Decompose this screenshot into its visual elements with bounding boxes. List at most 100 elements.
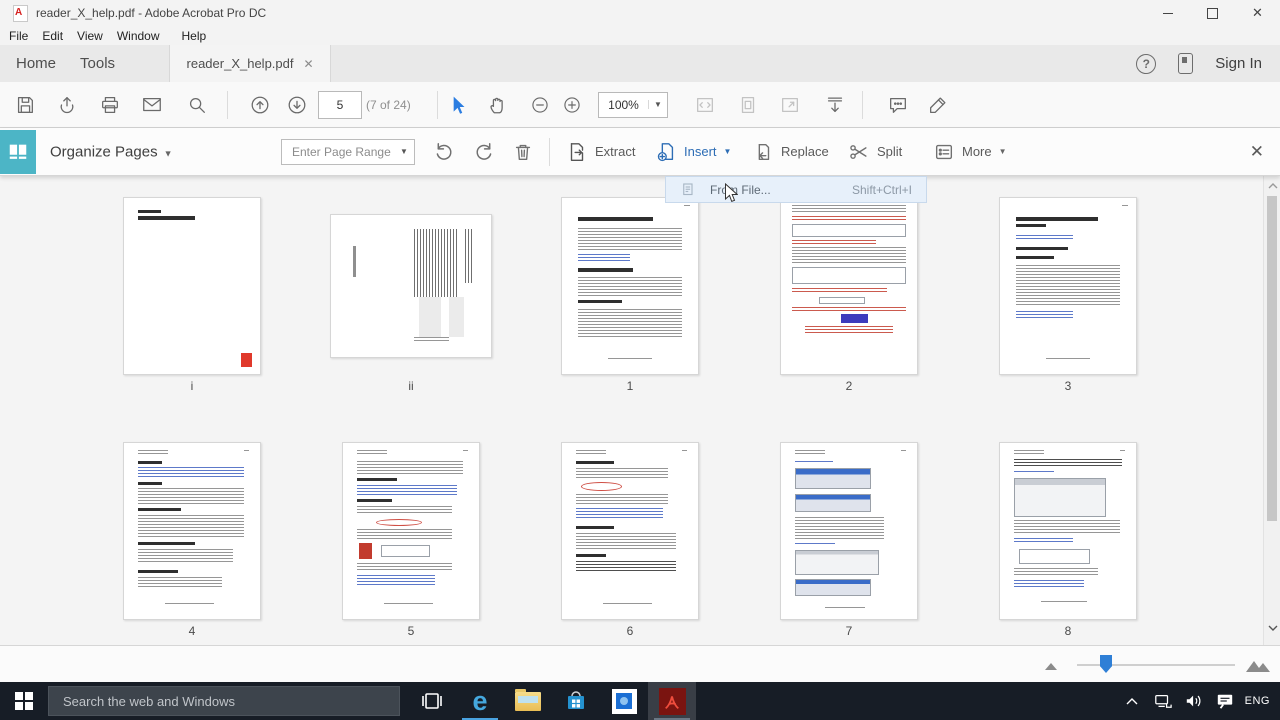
page-range-input[interactable]: Enter Page Range ▼ <box>281 138 415 165</box>
search-icon <box>189 97 205 113</box>
page-preview <box>123 197 261 375</box>
insert-button[interactable]: Insert ▼ <box>655 136 731 168</box>
network-icon[interactable] <box>1152 690 1174 712</box>
window-title: reader_X_help.pdf - Adobe Acrobat Pro DC <box>36 6 267 20</box>
menu-window[interactable]: Window <box>117 29 160 43</box>
rotate-left-button[interactable] <box>432 136 456 168</box>
page-thumbnail[interactable]: 7 <box>780 442 918 638</box>
title-bar: A reader_X_help.pdf - Adobe Acrobat Pro … <box>0 0 1280 26</box>
caret-down-icon: ▼ <box>400 147 408 156</box>
scroll-up-icon[interactable] <box>1264 178 1280 194</box>
hand-tool-button[interactable] <box>481 89 515 121</box>
page-thumbnail[interactable]: i <box>123 197 261 393</box>
fit-page-icon <box>741 96 755 113</box>
fullscreen-button[interactable] <box>773 89 807 121</box>
toolbar-separator <box>227 90 228 119</box>
volume-icon[interactable] <box>1183 690 1205 712</box>
start-button[interactable] <box>0 682 48 720</box>
organize-pages-title[interactable]: Organize Pages ▼ <box>50 143 173 160</box>
email-icon <box>143 97 161 111</box>
page-up-icon <box>251 96 269 113</box>
page-label: 3 <box>1064 379 1072 393</box>
tray-expand-button[interactable] <box>1121 690 1143 712</box>
tab-tools[interactable]: Tools <box>68 45 127 82</box>
photos-button[interactable] <box>600 682 648 720</box>
taskbar-search-input[interactable] <box>49 692 399 710</box>
sign-in-link[interactable]: Sign In <box>1215 55 1262 72</box>
close-tool-button[interactable]: ✕ <box>1250 142 1264 162</box>
page-thumbnail[interactable]: 3 <box>999 197 1137 393</box>
restore-button[interactable] <box>1190 0 1235 26</box>
acrobat-taskbar-button[interactable] <box>648 682 696 720</box>
comment-button[interactable] <box>881 89 915 121</box>
page-thumbnail[interactable]: 1 <box>561 197 699 393</box>
tab-close-icon[interactable]: ✕ <box>304 57 314 71</box>
page-label: 6 <box>626 624 634 638</box>
fit-width-button[interactable] <box>688 89 722 121</box>
menu-view[interactable]: View <box>77 29 103 43</box>
small-thumbnails-icon[interactable] <box>1042 656 1064 672</box>
page-thumbnail[interactable]: 8 <box>999 442 1137 638</box>
email-button[interactable] <box>135 89 169 121</box>
toolbar-separator <box>437 90 438 119</box>
page-label: 5 <box>407 624 415 638</box>
scrolling-mode-button[interactable] <box>818 89 852 121</box>
tab-home[interactable]: Home <box>4 45 68 82</box>
slider-thumb[interactable] <box>1100 655 1112 673</box>
menu-item-from-file[interactable]: From File... <box>710 183 771 197</box>
large-thumbnails-icon[interactable] <box>1244 652 1274 674</box>
previous-page-button[interactable] <box>243 89 277 121</box>
menu-help[interactable]: Help <box>182 29 207 43</box>
scroll-down-icon[interactable] <box>1264 620 1280 636</box>
taskbar-search[interactable] <box>48 686 400 716</box>
store-button[interactable] <box>552 682 600 720</box>
page-number-input[interactable] <box>318 90 362 119</box>
rotate-right-button[interactable] <box>472 136 496 168</box>
more-icon <box>935 144 953 159</box>
more-label: More <box>962 144 992 159</box>
scrollbar-thumb[interactable] <box>1267 196 1277 521</box>
fit-page-button[interactable] <box>731 89 765 121</box>
toolbar-separator <box>862 90 863 119</box>
vertical-scrollbar[interactable] <box>1263 176 1280 645</box>
more-button[interactable]: More ▼ <box>933 136 1007 168</box>
page-thumbnail[interactable]: 2 <box>780 197 918 393</box>
zoom-out-button[interactable] <box>523 89 557 121</box>
caret-down-icon: ▼ <box>998 147 1007 156</box>
extract-button[interactable]: Extract <box>566 136 635 168</box>
replace-button[interactable]: Replace <box>752 136 829 168</box>
delete-pages-button[interactable] <box>512 136 534 168</box>
zoom-in-button[interactable] <box>555 89 589 121</box>
taskbar: e ENG <box>0 682 1280 720</box>
page-thumbnail[interactable]: 6 <box>561 442 699 638</box>
file-explorer-button[interactable] <box>504 682 552 720</box>
help-icon[interactable]: ? <box>1136 53 1157 74</box>
language-indicator[interactable]: ENG <box>1245 695 1270 707</box>
menu-file[interactable]: File <box>9 29 28 43</box>
mobile-device-icon[interactable] <box>1178 53 1194 74</box>
print-button[interactable] <box>93 89 127 121</box>
save-button[interactable] <box>8 89 42 121</box>
page-thumbnail[interactable]: 4 <box>123 442 261 638</box>
zoom-level-select[interactable]: 100% ▼ <box>598 91 668 118</box>
minimize-button[interactable] <box>1145 0 1190 26</box>
next-page-button[interactable] <box>280 89 314 121</box>
menu-item-shortcut: Shift+Ctrl+I <box>851 182 912 197</box>
select-tool-button[interactable] <box>440 89 474 121</box>
search-button[interactable] <box>180 89 214 121</box>
notifications-icon[interactable] <box>1214 690 1236 712</box>
page-thumbnail[interactable]: ii <box>330 198 492 393</box>
tab-bar: Home Tools reader_X_help.pdf ✕ ? Sign In <box>0 45 1280 82</box>
edge-button[interactable]: e <box>456 682 504 720</box>
zoom-level-value: 100% <box>608 97 639 112</box>
menu-edit[interactable]: Edit <box>42 29 63 43</box>
thumbnail-grid: i ii 1 2 3 4 5 6 7 8 <box>0 176 1280 645</box>
tab-document[interactable]: reader_X_help.pdf ✕ <box>169 45 332 82</box>
highlight-button[interactable] <box>921 89 955 121</box>
share-button[interactable] <box>50 89 84 121</box>
split-button[interactable]: Split <box>848 136 902 168</box>
close-button[interactable]: ✕ <box>1235 0 1280 26</box>
page-preview <box>780 197 918 375</box>
page-thumbnail[interactable]: 5 <box>342 442 480 638</box>
task-view-button[interactable] <box>408 682 456 720</box>
